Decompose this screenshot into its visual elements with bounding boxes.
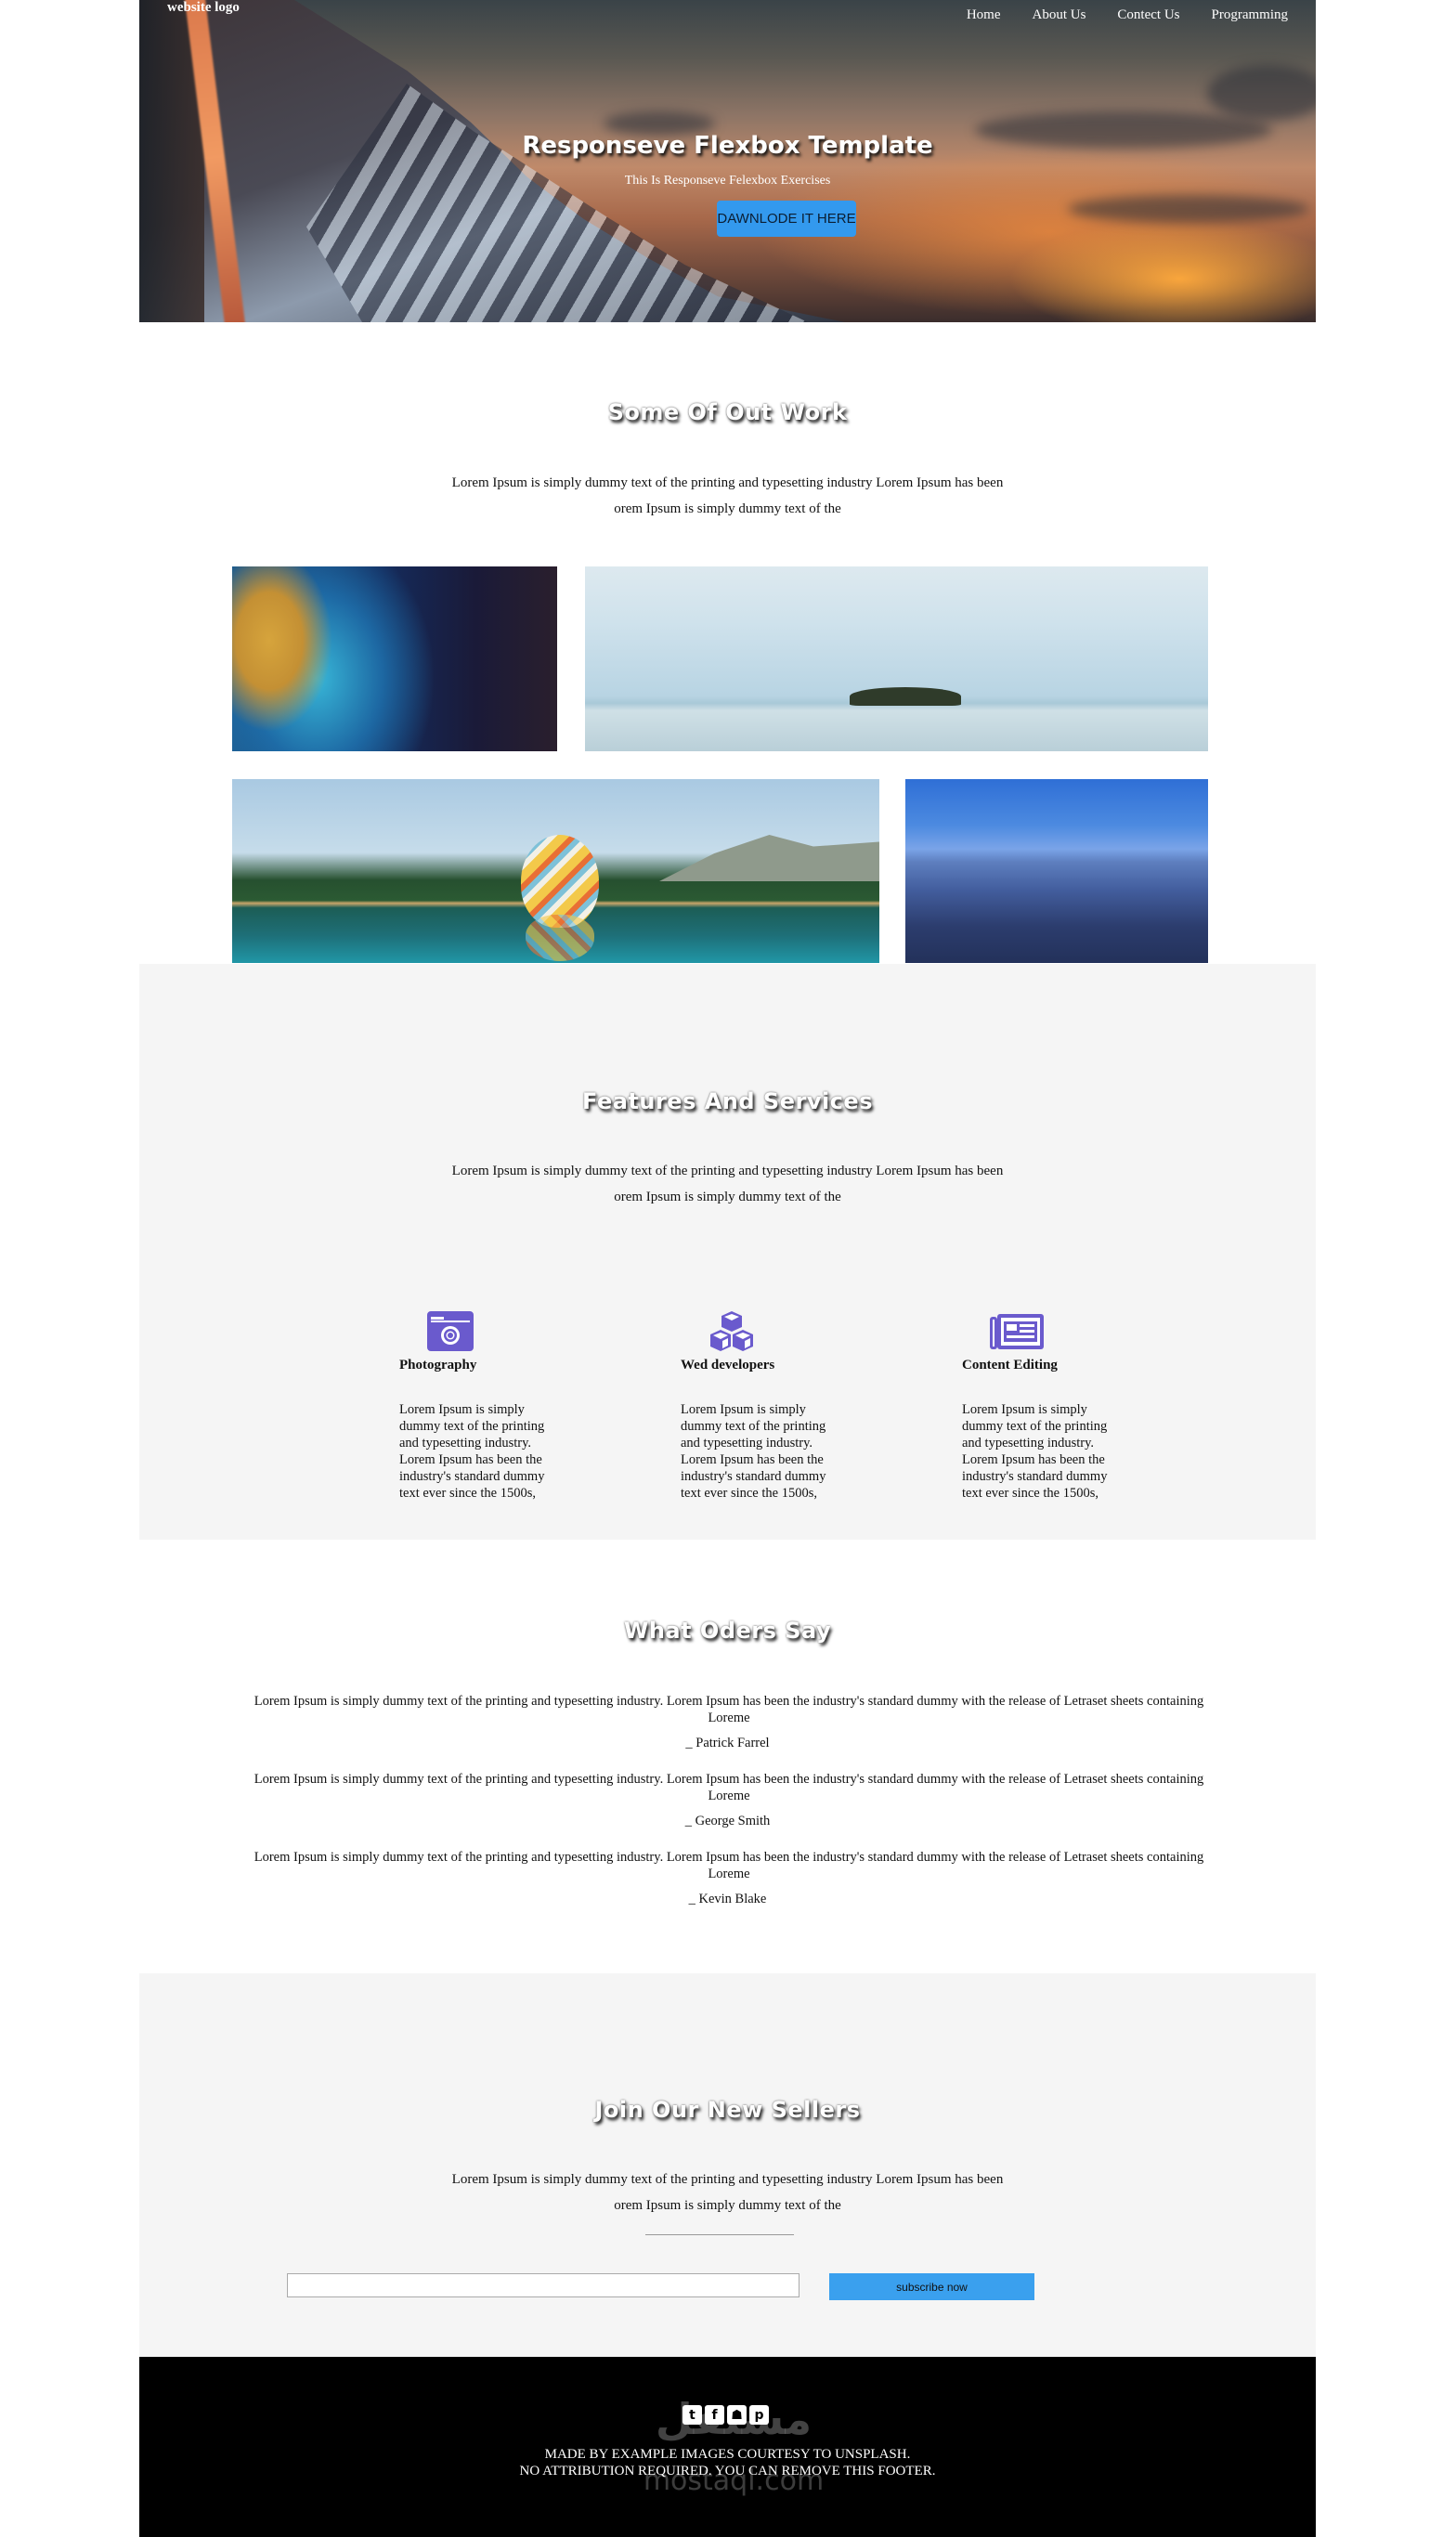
subscribe-email-input[interactable]	[287, 2273, 800, 2297]
subscribe-divider	[645, 2234, 794, 2235]
subscribe-section: Join Our New Sellers Lorem Ipsum is simp…	[139, 1973, 1316, 2357]
testimonial-author: _ Kevin Blake	[688, 1892, 767, 1906]
testimonial-author: _ Patrick Farrel	[685, 1736, 770, 1750]
testimonial-quote: Lorem Ipsum is simply dummy text of the …	[254, 1694, 1204, 1725]
footer-credit-line-2: NO ATTRIBUTION REQUIRED. YOU CAN REMOVE …	[519, 2464, 936, 2478]
hero-title: Responseve Flexbox Template	[522, 132, 933, 160]
hot-air-balloon-lake-image	[232, 779, 879, 963]
twitter-icon[interactable]: t	[682, 2405, 702, 2425]
nav-about-us[interactable]: About Us	[1033, 7, 1086, 23]
distant-mountain-shape	[659, 835, 879, 881]
nav-contact-us[interactable]: Contect Us	[1117, 7, 1179, 23]
subscribe-button[interactable]: subscribe now	[829, 2273, 1034, 2300]
work-heading: Some Of Out Work	[607, 399, 848, 425]
feature-title: Photography	[399, 1358, 477, 1373]
work-paragraph-line-1: Lorem Ipsum is simply dummy text of the …	[451, 475, 1004, 490]
footer-credit-line-1: MADE BY EXAMPLE IMAGES COURTESY TO UNSPL…	[544, 2447, 911, 2462]
features-paragraph-line-1: Lorem Ipsum is simply dummy text of the …	[451, 1164, 1004, 1178]
island-shape	[850, 687, 961, 706]
snapchat-icon[interactable]: ☗	[727, 2405, 747, 2425]
island-sea-image	[585, 566, 1208, 751]
feature-title: Wed developers	[681, 1358, 775, 1373]
subscribe-paragraph-line-2: orem Ipsum is simply dummy text of the	[614, 2198, 841, 2213]
subscribe-heading: Join Our New Sellers	[594, 2097, 861, 2123]
testimonials-section: What Oders Say Lorem Ipsum is simply dum…	[139, 1540, 1316, 1973]
hero-cloud	[1068, 195, 1309, 223]
features-paragraph-line-2: orem Ipsum is simply dummy text of the	[614, 1190, 841, 1204]
facebook-icon[interactable]: f	[705, 2405, 724, 2425]
ocean-aerial-image	[232, 566, 557, 751]
feature-title: Content Editing	[962, 1358, 1058, 1373]
work-paragraph-line-2: orem Ipsum is simply dummy text of the	[614, 501, 841, 516]
balloon-shape	[521, 835, 599, 928]
balloon-reflection	[526, 915, 594, 961]
features-heading: Features And Services	[582, 1088, 873, 1114]
site-logo[interactable]: website logo	[167, 0, 240, 16]
blue-mountains-image	[905, 779, 1208, 963]
download-button[interactable]: DAWNLODE IT HERE	[717, 201, 856, 237]
testimonials-heading: What Oders Say	[623, 1618, 832, 1644]
nav-programming[interactable]: Programming	[1212, 7, 1289, 23]
testimonial-quote: Lorem Ipsum is simply dummy text of the …	[254, 1772, 1204, 1803]
feature-text: Lorem Ipsum is simply dummy text of the …	[962, 1402, 1108, 1501]
footer: مستقل mostaql.com t f ☗ p MADE BY EXAMPL…	[139, 2357, 1316, 2537]
pinterest-icon[interactable]: p	[749, 2405, 769, 2425]
cubes-icon	[710, 1311, 753, 1351]
feature-text: Lorem Ipsum is simply dummy text of the …	[681, 1402, 826, 1501]
features-section: Features And Services Lorem Ipsum is sim…	[139, 964, 1316, 1540]
subscribe-paragraph-line-1: Lorem Ipsum is simply dummy text of the …	[451, 2172, 1004, 2187]
nav-home[interactable]: Home	[967, 7, 1001, 23]
testimonial-quote: Lorem Ipsum is simply dummy text of the …	[254, 1850, 1204, 1881]
newspaper-icon	[990, 1314, 1044, 1349]
feature-text: Lorem Ipsum is simply dummy text of the …	[399, 1402, 545, 1501]
camera-icon	[427, 1311, 474, 1351]
social-links: t f ☗ p	[682, 2405, 769, 2425]
testimonial-author: _ George Smith	[684, 1814, 771, 1828]
hero-subtitle: This Is Responseve Felexbox Exercises	[624, 174, 831, 188]
main-nav: Home About Us Contect Us Programming	[967, 7, 1288, 23]
hero-cloud	[1207, 65, 1316, 121]
hero-banner: website logo Home About Us Contect Us Pr…	[139, 0, 1316, 322]
